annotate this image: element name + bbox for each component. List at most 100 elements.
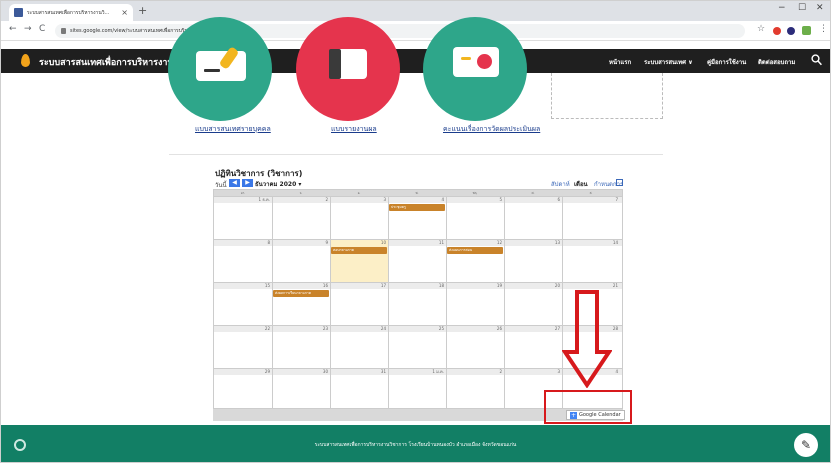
day-number: 22 (264, 326, 270, 331)
tab-bar: ระบบสารสนเทศเพื่อการบริหารงานวิ... × + −… (1, 1, 830, 21)
browser-menu-icon[interactable]: ⋮ (819, 25, 828, 34)
day-number: 21 (612, 283, 618, 288)
calendar-day-cell[interactable]: 29 (214, 369, 272, 412)
calendar-day-cell[interactable]: 11 (388, 240, 446, 283)
report-book-icon[interactable] (296, 17, 400, 121)
calendar-event[interactable]: ประชุมครู (389, 204, 445, 211)
calendar-week: 15 16 17 18 19 20 21 ส่งผลการเรียนกลางภาค (214, 282, 622, 326)
month-selector[interactable]: ธันวาคม 2020 ▾ (255, 179, 301, 189)
calendar-day-cell[interactable]: 6 (504, 197, 562, 240)
calendar-day-cell[interactable]: 19 (446, 283, 504, 326)
day-number: 8 (267, 240, 270, 245)
day-number: 1 ธ.ค. (258, 197, 270, 202)
nav-user-manual[interactable]: คู่มือการใช้งาน (707, 57, 746, 67)
site-footer: ระบบสารสนเทศเพื่อการบริหารงานวิชาการ โรง… (1, 425, 830, 462)
calendar-day-cell[interactable]: 22 (214, 326, 272, 369)
day-number: 5 (499, 197, 502, 202)
day-number: 1 ม.ค. (432, 369, 444, 374)
search-icon[interactable] (811, 54, 822, 66)
calendar-day-cell[interactable]: 3 (330, 197, 388, 240)
personal-info-icon[interactable] (168, 17, 272, 121)
calendar-day-cell[interactable]: 8 (214, 240, 272, 283)
extension-circle-icon[interactable] (787, 27, 795, 35)
calendar-week: 22 23 24 25 26 27 28 (214, 325, 622, 369)
close-window-button[interactable]: ✕ (816, 4, 824, 13)
new-tab-button[interactable]: + (138, 5, 147, 16)
calendar-day-cell[interactable]: 13 (504, 240, 562, 283)
calendar-day-cell[interactable]: 14 (562, 240, 620, 283)
calendar-day-cell[interactable]: 27 (504, 326, 562, 369)
day-number: 27 (554, 326, 560, 331)
day-number: 19 (496, 283, 502, 288)
calendar-day-cell[interactable]: 23 (272, 326, 330, 369)
calendar-day-cell[interactable]: 1 ม.ค. (388, 369, 446, 412)
url-field[interactable]: sites.google.com/view/ระบบสารสนเทศเพื่อก… (55, 24, 745, 38)
back-button[interactable]: ← (9, 25, 17, 34)
minimize-button[interactable]: − (778, 4, 786, 13)
browser-window: ระบบสารสนเทศเพื่อการบริหารงานวิ... × + −… (0, 0, 831, 463)
day-number: 14 (612, 240, 618, 245)
forward-button[interactable]: → (24, 25, 32, 34)
calendar-day-cell[interactable]: 9 (272, 240, 330, 283)
maximize-button[interactable]: ☐ (798, 4, 806, 13)
nav-home[interactable]: หน้าแรก (609, 57, 631, 67)
calendar-event[interactable]: ส่งแผนการสอน (447, 247, 503, 254)
day-number: 29 (264, 369, 270, 374)
evaluation-link[interactable]: คะแนนเรื่องการวัดผลประเมินผล (443, 124, 540, 135)
site-logo-icon (21, 54, 30, 67)
view-dropdown-icon[interactable] (616, 179, 623, 186)
extension-puzzle-icon[interactable] (802, 26, 811, 35)
day-number: 13 (554, 240, 560, 245)
evaluation-chart-icon[interactable] (423, 17, 527, 121)
nav-contact[interactable]: ติดต่อสอบถาม (758, 57, 795, 67)
next-month-button[interactable]: ▶ (242, 179, 253, 187)
lock-icon (61, 28, 66, 34)
prev-month-button[interactable]: ◀ (229, 179, 240, 187)
edit-pencil-button[interactable]: ✎ (794, 433, 818, 457)
browser-tab[interactable]: ระบบสารสนเทศเพื่อการบริหารงานวิ... × (9, 4, 133, 21)
personal-info-link[interactable]: แบบสารสนเทศรายบุคคล (195, 124, 271, 135)
day-number: 4 (615, 369, 618, 374)
tab-close-icon[interactable]: × (121, 8, 128, 17)
calendar-day-cell[interactable]: 2 (272, 197, 330, 240)
calendar-day-cell[interactable]: 15 (214, 283, 272, 326)
site-favicon-icon (14, 8, 23, 17)
day-number: 26 (496, 326, 502, 331)
day-number: 3 (557, 369, 560, 374)
annotation-arrow-icon (562, 290, 612, 388)
day-number: 4 (441, 197, 444, 202)
calendar-day-cell[interactable]: 24 (330, 326, 388, 369)
calendar-day-cell[interactable]: 30 (272, 369, 330, 412)
day-number: 28 (612, 326, 618, 331)
reload-button[interactable]: C (39, 25, 45, 34)
calendar-day-cell[interactable]: 2 (446, 369, 504, 412)
empty-placeholder-box (551, 73, 663, 119)
nav-information-system[interactable]: ระบบสารสนเทศ ∨ (644, 57, 693, 67)
view-week-tab[interactable]: สัปดาห์ (551, 179, 570, 189)
report-link[interactable]: แบบรายงานผล (331, 124, 377, 135)
calendar-week: 8 9 10 11 12 13 14 สอบกลางภาค ส่งแผนการสอน (214, 239, 622, 283)
day-number: 16 (322, 283, 328, 288)
calendar-event[interactable]: สอบกลางภาค (331, 247, 387, 254)
calendar-day-cell[interactable]: 5 (446, 197, 504, 240)
section-divider (169, 154, 663, 155)
calendar-day-cell[interactable]: 20 (504, 283, 562, 326)
calendar-day-cell[interactable]: 1 ธ.ค. (214, 197, 272, 240)
extension-opera-icon[interactable] (773, 27, 781, 35)
day-number: 2 (499, 369, 502, 374)
calendar-day-cell[interactable]: 31 (330, 369, 388, 412)
calendar-day-cell[interactable]: 18 (388, 283, 446, 326)
calendar-day-cell[interactable]: 7 (562, 197, 620, 240)
calendar-day-cell[interactable]: 26 (446, 326, 504, 369)
day-number: 23 (322, 326, 328, 331)
view-month-tab[interactable]: เดือน (574, 179, 588, 189)
calendar-day-cell[interactable]: 17 (330, 283, 388, 326)
address-bar: ← → C sites.google.com/view/ระบบสารสนเทศ… (1, 21, 830, 41)
day-number: 20 (554, 283, 560, 288)
day-number: 6 (557, 197, 560, 202)
day-number: 17 (380, 283, 386, 288)
calendar-event[interactable]: ส่งผลการเรียนกลางภาค (273, 290, 329, 297)
bookmark-star-icon[interactable]: ☆ (757, 25, 765, 34)
day-number: 3 (383, 197, 386, 202)
calendar-day-cell[interactable]: 25 (388, 326, 446, 369)
